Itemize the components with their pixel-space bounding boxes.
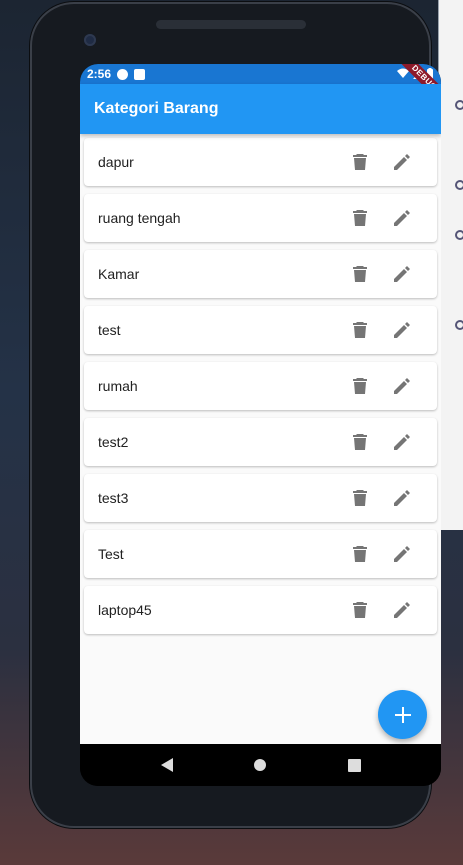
edit-icon bbox=[394, 434, 410, 450]
category-name: rumah bbox=[98, 378, 138, 394]
category-name: laptop45 bbox=[98, 602, 152, 618]
back-triangle-icon bbox=[160, 758, 173, 772]
edit-button[interactable] bbox=[381, 589, 423, 631]
status-time: 2:56 bbox=[87, 67, 112, 81]
category-list: dapur ruang tengah Kamar test rumah test… bbox=[80, 134, 441, 744]
edit-icon bbox=[394, 210, 410, 226]
phone-screen: 2:56 DEBUG Kategori Barang dapur ruang t… bbox=[80, 64, 441, 786]
delete-button[interactable] bbox=[339, 477, 381, 519]
category-name: test2 bbox=[98, 434, 129, 450]
delete-icon bbox=[353, 210, 367, 226]
category-name: test3 bbox=[98, 490, 129, 506]
page-title: Kategori Barang bbox=[94, 100, 219, 117]
delete-icon bbox=[353, 322, 367, 338]
recents-square-icon bbox=[347, 758, 361, 772]
add-category-button[interactable] bbox=[378, 690, 427, 739]
list-item[interactable]: ruang tengah bbox=[84, 194, 437, 242]
list-item[interactable]: laptop45 bbox=[84, 586, 437, 634]
edit-button[interactable] bbox=[381, 141, 423, 183]
edit-icon bbox=[394, 602, 410, 618]
delete-button[interactable] bbox=[339, 589, 381, 631]
delete-icon bbox=[353, 602, 367, 618]
background-window bbox=[438, 0, 463, 530]
speaker-grille bbox=[156, 20, 306, 29]
category-name: test bbox=[98, 322, 121, 338]
edit-icon bbox=[394, 154, 410, 170]
edit-button[interactable] bbox=[381, 309, 423, 351]
sd-card-icon bbox=[134, 68, 146, 80]
category-name: Kamar bbox=[98, 266, 140, 282]
delete-icon bbox=[353, 154, 367, 170]
delete-button[interactable] bbox=[339, 365, 381, 407]
system-nav-bar bbox=[80, 744, 441, 786]
home-button[interactable] bbox=[245, 750, 275, 780]
front-camera bbox=[84, 34, 96, 46]
edit-button[interactable] bbox=[381, 533, 423, 575]
list-item[interactable]: rumah bbox=[84, 362, 437, 410]
edit-icon bbox=[394, 546, 410, 562]
list-item[interactable]: Kamar bbox=[84, 250, 437, 298]
home-circle-icon bbox=[254, 759, 267, 771]
list-item[interactable]: test2 bbox=[84, 418, 437, 466]
delete-button[interactable] bbox=[339, 309, 381, 351]
list-item[interactable]: test3 bbox=[84, 474, 437, 522]
back-button[interactable] bbox=[152, 750, 182, 780]
delete-icon bbox=[353, 266, 367, 282]
notification-icon bbox=[117, 68, 129, 80]
edit-button[interactable] bbox=[381, 253, 423, 295]
edit-button[interactable] bbox=[381, 197, 423, 239]
plus-icon bbox=[394, 706, 411, 723]
phone-frame: 2:56 DEBUG Kategori Barang dapur ruang t… bbox=[30, 2, 441, 828]
background-icon bbox=[455, 320, 463, 330]
background-icon bbox=[455, 180, 463, 190]
list-item[interactable]: Test bbox=[84, 530, 437, 578]
status-bar: 2:56 DEBUG bbox=[80, 64, 441, 107]
edit-button[interactable] bbox=[381, 365, 423, 407]
category-name: ruang tengah bbox=[98, 210, 181, 226]
delete-button[interactable] bbox=[339, 421, 381, 463]
delete-button[interactable] bbox=[339, 141, 381, 183]
edit-button[interactable] bbox=[381, 421, 423, 463]
category-name: Test bbox=[98, 546, 124, 562]
delete-icon bbox=[353, 434, 367, 450]
edit-icon bbox=[394, 378, 410, 394]
edit-icon bbox=[394, 266, 410, 282]
delete-button[interactable] bbox=[339, 253, 381, 295]
delete-icon bbox=[353, 490, 367, 506]
delete-button[interactable] bbox=[339, 197, 381, 239]
delete-button[interactable] bbox=[339, 533, 381, 575]
category-name: dapur bbox=[98, 154, 134, 170]
recents-button[interactable] bbox=[339, 750, 369, 780]
background-icon bbox=[455, 230, 463, 240]
delete-icon bbox=[353, 378, 367, 394]
list-item[interactable]: test bbox=[84, 306, 437, 354]
list-item[interactable]: dapur bbox=[84, 138, 437, 186]
delete-icon bbox=[353, 546, 367, 562]
edit-icon bbox=[394, 490, 410, 506]
app-bar: Kategori Barang bbox=[80, 84, 441, 134]
edit-icon bbox=[394, 322, 410, 338]
edit-button[interactable] bbox=[381, 477, 423, 519]
background-icon bbox=[455, 100, 463, 110]
